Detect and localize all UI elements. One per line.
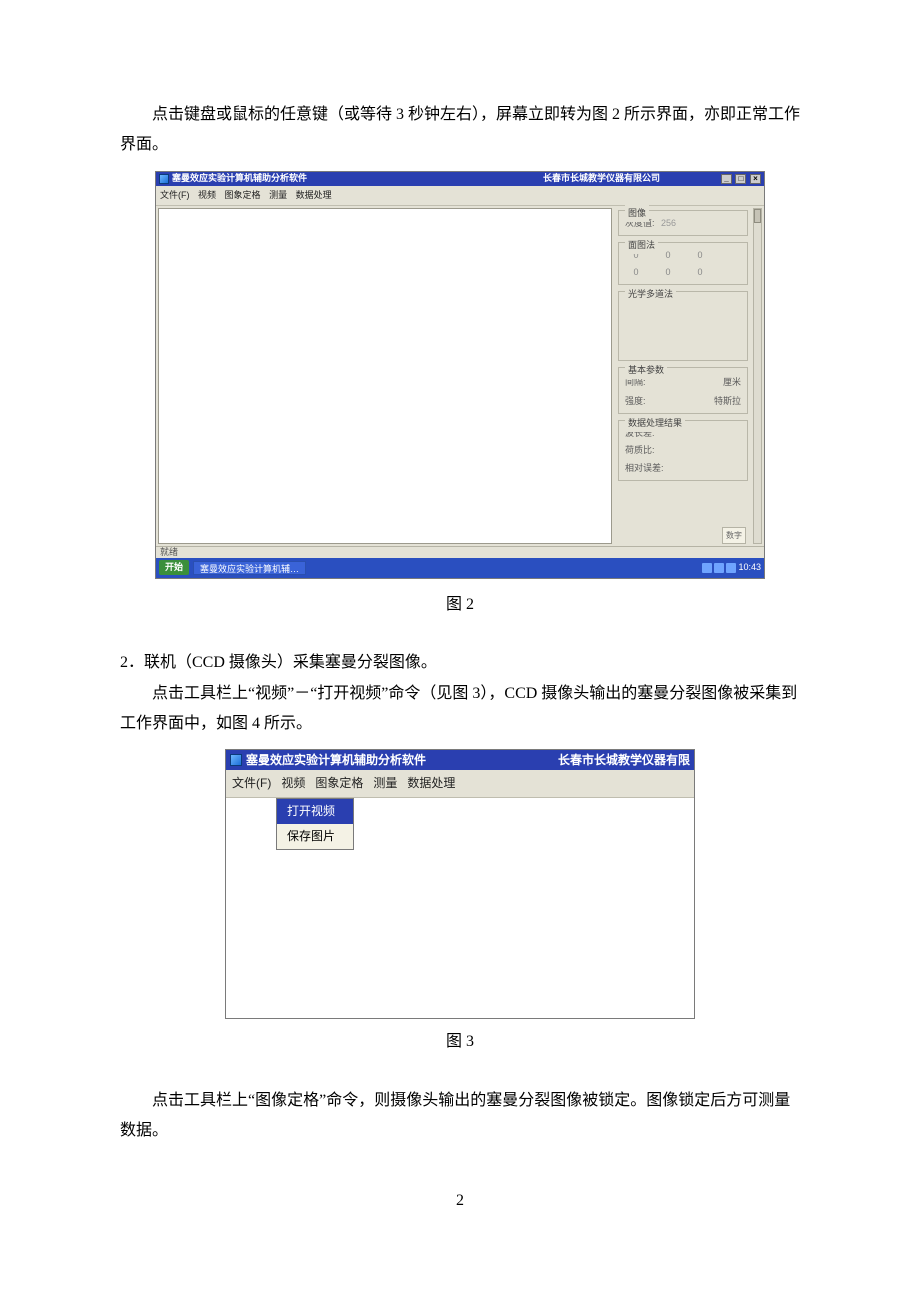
group-multi: 光学多道法 xyxy=(618,291,748,361)
dropdown-save-image[interactable]: 保存图片 xyxy=(277,824,353,849)
menu-measure[interactable]: 测量 xyxy=(373,772,397,795)
result-line-2: 荷质比: xyxy=(625,442,741,459)
fig3-window: 塞曼效应实验计算机辅助分析软件 长春市长城教学仪器有限 文件(F) 视频 图象定… xyxy=(225,749,695,1019)
caption-fig2: 图 2 xyxy=(120,590,800,620)
tray-clock: 10:43 xyxy=(738,559,761,576)
fig2-company: 长春市长城教学仪器有限公司 xyxy=(543,170,660,187)
section-2-head: 2．联机（CCD 摄像头）采集塞曼分裂图像。 xyxy=(120,648,800,678)
menu-freeze[interactable]: 图象定格 xyxy=(225,190,261,200)
tray-icon[interactable] xyxy=(702,563,712,573)
val: 0 xyxy=(689,247,711,264)
paragraph-1: 点击键盘或鼠标的任意键（或等待 3 秒钟左右），屏幕立即转为图 2 所示界面，亦… xyxy=(120,100,800,161)
paragraph-3: 点击工具栏上“图像定格”命令，则摄像头输出的塞曼分裂图像被锁定。图像锁定后方可测… xyxy=(120,1086,800,1147)
menu-video[interactable]: 视频 xyxy=(198,190,216,200)
fig2-menu-bar[interactable]: 文件(F) 视频 图象定格 测量 数据处理 xyxy=(156,186,764,206)
start-button[interactable]: 开始 xyxy=(159,560,189,575)
fig3-menu-bar[interactable]: 文件(F) 视频 图象定格 测量 数据处理 xyxy=(226,770,694,798)
result-line-3: 相对误差: xyxy=(625,460,741,477)
close-icon[interactable]: × xyxy=(750,174,761,184)
fig3-titlebar[interactable]: 塞曼效应实验计算机辅助分析软件 长春市长城教学仪器有限 xyxy=(226,750,694,770)
figure-3: 塞曼效应实验计算机辅助分析软件 长春市长城教学仪器有限 文件(F) 视频 图象定… xyxy=(120,749,800,1019)
menu-video[interactable]: 视频 xyxy=(281,772,305,795)
group-base: 基本参数 间隔: 厘米 强度: 特斯拉 xyxy=(618,367,748,414)
video-dropdown[interactable]: 打开视频 保存图片 xyxy=(276,798,354,850)
val: 0 xyxy=(657,264,679,281)
taskbar-item[interactable]: 塞曼效应实验计算机辅… xyxy=(193,561,306,575)
unit: 特斯拉 xyxy=(714,393,741,410)
group-base-title: 基本参数 xyxy=(625,362,667,379)
fig2-titlebar[interactable]: 塞曼效应实验计算机辅助分析软件 长春市长城教学仪器有限公司 _ □ × xyxy=(156,172,764,186)
app-icon xyxy=(230,754,242,766)
fig2-status-bar: 就绪 xyxy=(156,546,764,558)
fig2-sidebar: 图像 灰度值: 256 面图法 0 0 0 0 0 0 xyxy=(614,206,764,546)
scrollbar[interactable] xyxy=(753,208,762,544)
system-tray[interactable]: 10:43 xyxy=(702,559,761,576)
tray-icon[interactable] xyxy=(714,563,724,573)
fig3-canvas[interactable]: 打开视频 保存图片 xyxy=(226,798,694,1018)
fig3-title-text: 塞曼效应实验计算机辅助分析软件 xyxy=(246,749,426,772)
group-result: 数据处理结果 波长差: 荷质比: 相对误差: xyxy=(618,420,748,480)
corner-indicator: 数字 xyxy=(722,527,746,544)
group-surface: 面图法 0 0 0 0 0 0 xyxy=(618,242,748,285)
group-image-title: 图像 xyxy=(625,205,649,222)
dropdown-open-video[interactable]: 打开视频 xyxy=(277,799,353,824)
menu-measure[interactable]: 测量 xyxy=(269,190,287,200)
fig2-title-text: 塞曼效应实验计算机辅助分析软件 xyxy=(172,170,307,187)
window-controls[interactable]: _ □ × xyxy=(720,170,761,187)
fig2-canvas[interactable] xyxy=(158,208,612,544)
taskbar[interactable]: 开始 塞曼效应实验计算机辅… 10:43 xyxy=(156,558,764,578)
paragraph-2: 点击工具栏上“视频”－“打开视频”命令（见图 3），CCD 摄像头输出的塞曼分裂… xyxy=(120,679,800,740)
menu-process[interactable]: 数据处理 xyxy=(407,772,455,795)
page-number: 2 xyxy=(120,1186,800,1216)
menu-file[interactable]: 文件(F) xyxy=(232,772,271,795)
group-image: 图像 灰度值: 256 xyxy=(618,210,748,236)
base-row-2: 强度: 特斯拉 xyxy=(625,393,741,410)
fig3-company: 长春市长城教学仪器有限 xyxy=(558,749,690,772)
caption-fig3: 图 3 xyxy=(120,1027,800,1057)
status-text: 就绪 xyxy=(160,544,178,561)
minimize-icon[interactable]: _ xyxy=(721,174,732,184)
menu-freeze[interactable]: 图象定格 xyxy=(315,772,363,795)
fig2-window: 塞曼效应实验计算机辅助分析软件 长春市长城教学仪器有限公司 _ □ × 文件(F… xyxy=(155,171,765,579)
menu-file[interactable]: 文件(F) xyxy=(160,190,190,200)
app-icon xyxy=(159,174,169,184)
gray-value: 256 xyxy=(661,218,676,228)
group-surface-title: 面图法 xyxy=(625,237,658,254)
label: 强度: xyxy=(625,393,646,410)
group-multi-title: 光学多道法 xyxy=(625,286,676,303)
menu-process[interactable]: 数据处理 xyxy=(296,190,332,200)
tray-icon[interactable] xyxy=(726,563,736,573)
surface-row2: 0 0 0 xyxy=(625,264,741,281)
maximize-icon[interactable]: □ xyxy=(735,174,746,184)
unit: 厘米 xyxy=(723,374,741,391)
val: 0 xyxy=(625,264,647,281)
val: 0 xyxy=(689,264,711,281)
fig2-body: 图像 灰度值: 256 面图法 0 0 0 0 0 0 xyxy=(156,206,764,546)
val: 0 xyxy=(657,247,679,264)
group-result-title: 数据处理结果 xyxy=(625,415,685,432)
figure-2: 塞曼效应实验计算机辅助分析软件 长春市长城教学仪器有限公司 _ □ × 文件(F… xyxy=(120,171,800,582)
scroll-thumb[interactable] xyxy=(754,209,761,223)
